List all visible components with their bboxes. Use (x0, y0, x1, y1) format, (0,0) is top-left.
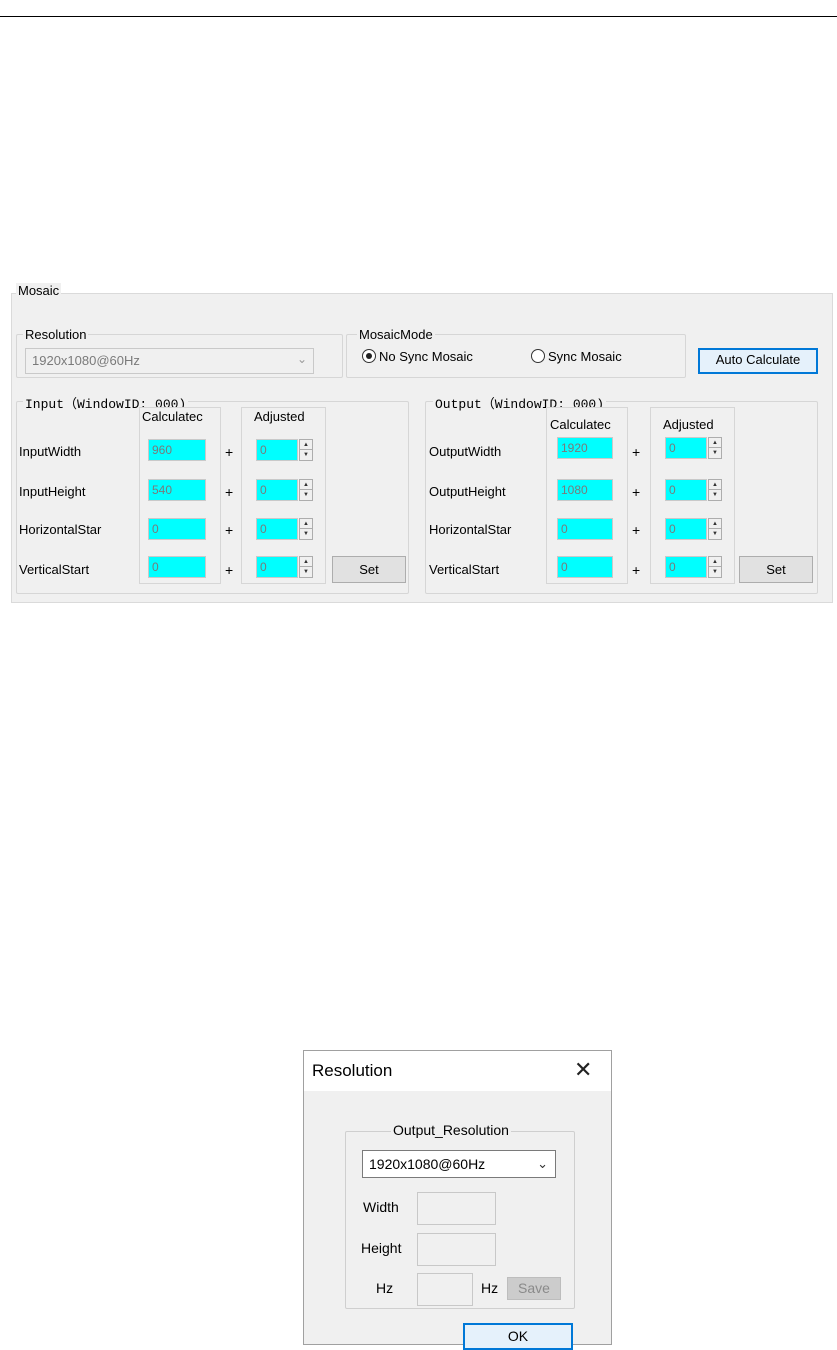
input-width-calculated[interactable]: 960 (148, 439, 206, 461)
spin-down-icon[interactable]: ▼ (300, 490, 312, 500)
spin-down-icon[interactable]: ▼ (709, 448, 721, 458)
output-adjusted-header: Adjusted (663, 417, 714, 432)
input-hstart-adjusted[interactable]: 0 (256, 518, 298, 540)
input-row-label: HorizontalStar (19, 522, 102, 537)
input-adjusted-header: Adjusted (254, 409, 305, 424)
input-width-adjusted[interactable]: 0 (256, 439, 298, 461)
output-row-label: OutputWidth (429, 444, 502, 459)
input-row-label: InputHeight (19, 484, 86, 499)
mosaic-title: Mosaic (16, 283, 62, 298)
radio-selected-icon (362, 349, 376, 363)
output-row-label: OutputHeight (429, 484, 506, 499)
chevron-down-icon: ⌄ (537, 1156, 548, 1171)
width-field[interactable] (417, 1192, 496, 1225)
spin-up-icon[interactable]: ▲ (709, 519, 721, 529)
resolution-dialog: Resolution ✕ Output_Resolution 1920x1080… (303, 1050, 612, 1350)
height-field[interactable] (417, 1233, 496, 1266)
radio-sync-label: Sync Mosaic (548, 349, 622, 364)
input-row-label: VerticalStart (19, 562, 90, 577)
hz-label: Hz (376, 1280, 394, 1296)
radio-sync-mosaic[interactable]: Sync Mosaic (531, 349, 622, 364)
output-width-adjusted[interactable]: 0 (665, 437, 707, 459)
input-vstart-calculated[interactable]: 0 (148, 556, 206, 578)
radio-no-sync-mosaic[interactable]: No Sync Mosaic (362, 349, 473, 364)
input-hstart-calculated[interactable]: 0 (148, 518, 206, 540)
mosaic-panel: Mosaic Resolution 1920x1080@60Hz ⌄ Mosai… (11, 283, 833, 603)
spin-down-icon[interactable]: ▼ (709, 529, 721, 539)
chevron-down-icon: ⌄ (296, 352, 307, 366)
spin-up-icon[interactable]: ▲ (300, 440, 312, 450)
spin-up-icon[interactable]: ▲ (709, 480, 721, 490)
input-height-adjusted[interactable]: 0 (256, 479, 298, 501)
input-set-button[interactable]: Set (332, 556, 406, 583)
plus-sign: + (632, 522, 641, 538)
plus-sign: + (632, 444, 641, 460)
plus-sign: + (225, 522, 234, 538)
hz-unit: Hz (481, 1280, 499, 1296)
radio-unselected-icon (531, 349, 545, 363)
plus-sign: + (632, 484, 641, 500)
ok-button[interactable]: OK (463, 1323, 573, 1350)
input-vstart-spinner[interactable]: ▲ ▼ (299, 556, 313, 578)
output-hstart-calculated[interactable]: 0 (557, 518, 613, 540)
output-hstart-adjusted[interactable]: 0 (665, 518, 707, 540)
input-height-calculated[interactable]: 540 (148, 479, 206, 501)
output-resolution-label: Output_Resolution (391, 1122, 511, 1138)
spin-down-icon[interactable]: ▼ (709, 490, 721, 500)
output-vstart-adjusted[interactable]: 0 (665, 556, 707, 578)
output-width-spinner[interactable]: ▲ ▼ (708, 437, 722, 459)
spin-down-icon[interactable]: ▼ (300, 450, 312, 460)
output-row-label: HorizontalStar (429, 522, 512, 537)
output-vstart-calculated[interactable]: 0 (557, 556, 613, 578)
output-resolution-select[interactable]: 1920x1080@60Hz ⌄ (362, 1150, 556, 1178)
plus-sign: + (225, 562, 234, 578)
output-vstart-spinner[interactable]: ▲ ▼ (708, 556, 722, 578)
resolution-select[interactable]: 1920x1080@60Hz ⌄ (25, 348, 314, 374)
radio-no-sync-label: No Sync Mosaic (379, 349, 473, 364)
plus-sign: + (225, 484, 234, 500)
input-hstart-spinner[interactable]: ▲ ▼ (299, 518, 313, 540)
input-vstart-adjusted[interactable]: 0 (256, 556, 298, 578)
output-width-calculated[interactable]: 1920 (557, 437, 613, 459)
auto-calculate-button[interactable]: Auto Calculate (698, 348, 818, 374)
output-height-spinner[interactable]: ▲ ▼ (708, 479, 722, 501)
output-resolution-value: 1920x1080@60Hz (369, 1156, 486, 1172)
resolution-value: 1920x1080@60Hz (32, 353, 140, 368)
spin-up-icon[interactable]: ▲ (300, 519, 312, 529)
spin-up-icon[interactable]: ▲ (300, 557, 312, 567)
input-width-spinner[interactable]: ▲ ▼ (299, 439, 313, 461)
spin-down-icon[interactable]: ▼ (300, 529, 312, 539)
input-calculated-header: Calculatec (142, 409, 203, 424)
spin-up-icon[interactable]: ▲ (300, 480, 312, 490)
spin-down-icon[interactable]: ▼ (709, 567, 721, 577)
hz-field[interactable] (417, 1273, 473, 1306)
save-button[interactable]: Save (507, 1277, 561, 1300)
close-icon[interactable]: ✕ (574, 1057, 592, 1083)
page-top-rule (0, 16, 837, 17)
spin-down-icon[interactable]: ▼ (300, 567, 312, 577)
width-label: Width (363, 1199, 399, 1215)
output-calculated-header: Calculatec (550, 417, 611, 432)
spin-up-icon[interactable]: ▲ (709, 557, 721, 567)
height-label: Height (361, 1240, 402, 1256)
output-set-button[interactable]: Set (739, 556, 813, 583)
output-height-calculated[interactable]: 1080 (557, 479, 613, 501)
plus-sign: + (632, 562, 641, 578)
input-row-label: InputWidth (19, 444, 82, 459)
dialog-title: Resolution (312, 1061, 393, 1080)
input-height-spinner[interactable]: ▲ ▼ (299, 479, 313, 501)
resolution-label: Resolution (23, 327, 89, 342)
output-height-adjusted[interactable]: 0 (665, 479, 707, 501)
output-row-label: VerticalStart (429, 562, 500, 577)
mosaic-mode-label: MosaicMode (357, 327, 435, 342)
output-hstart-spinner[interactable]: ▲ ▼ (708, 518, 722, 540)
spin-up-icon[interactable]: ▲ (709, 438, 721, 448)
plus-sign: + (225, 444, 234, 460)
